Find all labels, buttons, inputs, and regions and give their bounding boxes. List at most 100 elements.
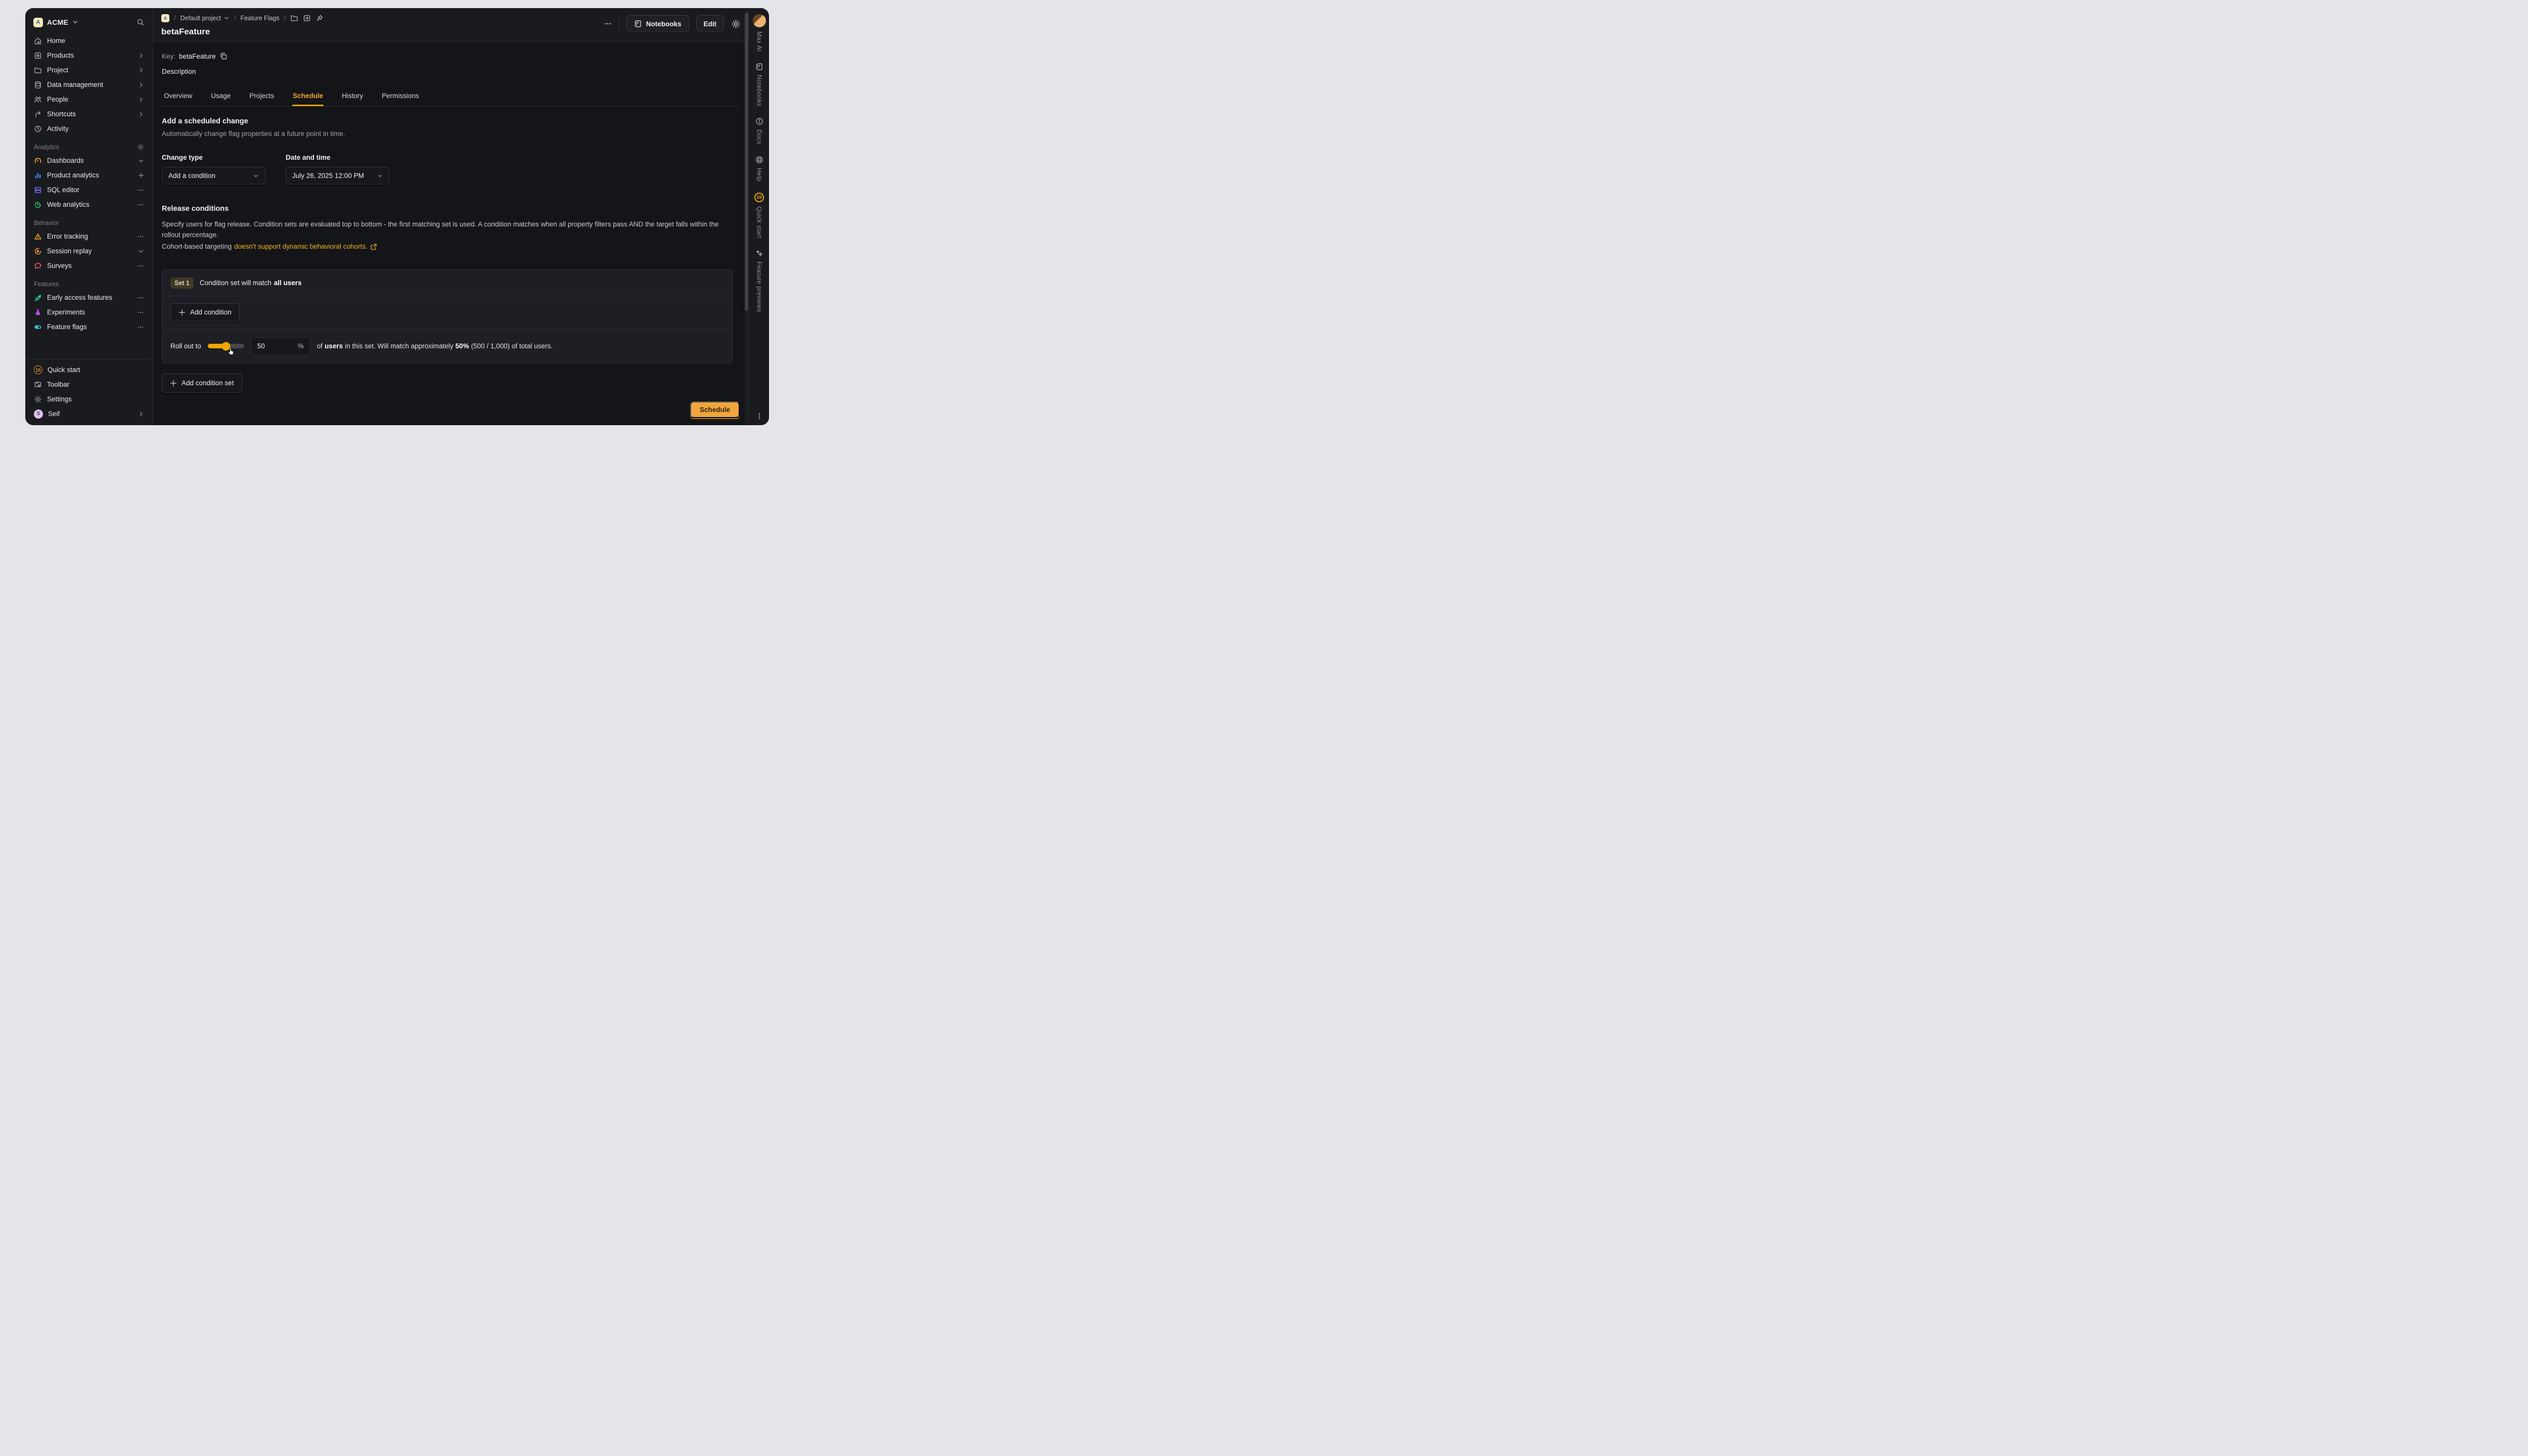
cohort-doc-link[interactable]: doesn't support dynamic behavioral cohor… xyxy=(234,242,368,252)
sidebar-item-home[interactable]: Home xyxy=(30,33,148,48)
rail-item-docs[interactable]: Docs xyxy=(756,129,763,145)
sidebar-item-activity[interactable]: Activity xyxy=(30,121,148,136)
settings-gear-icon[interactable] xyxy=(731,19,741,29)
sidebar-item-product-analytics[interactable]: Product analytics xyxy=(30,168,148,183)
sidebar-item-dashboards[interactable]: Dashboards xyxy=(30,153,148,168)
sidebar-item-seif[interactable]: S Seif xyxy=(30,406,148,421)
cohort-note: Cohort-based targeting doesn't support d… xyxy=(162,242,740,252)
breadcrumb-separator: / xyxy=(284,15,286,22)
sidebar-item-feature-flags[interactable]: Feature flags xyxy=(30,320,148,334)
datetime-field: Date and time July 26, 2025 12:00 PM xyxy=(286,154,389,185)
rail-item-notebooks[interactable]: Notebooks xyxy=(756,75,763,106)
tab-schedule[interactable]: Schedule xyxy=(292,89,324,106)
sidebar-item-label: Quick start xyxy=(48,366,80,374)
sidebar-item-label: Experiments xyxy=(47,308,85,316)
datetime-select[interactable]: July 26, 2025 12:00 PM xyxy=(286,167,389,185)
rollout-slider[interactable] xyxy=(208,344,244,348)
sidebar-item-toolbar[interactable]: Toolbar xyxy=(30,377,148,392)
sidebar-item-experiments[interactable]: Experiments xyxy=(30,305,148,320)
chevron-down-icon xyxy=(138,248,144,254)
notebooks-button[interactable]: Notebooks xyxy=(626,15,689,32)
sidebar-item-settings[interactable]: Settings xyxy=(30,392,148,406)
scrollbar-thumb[interactable] xyxy=(745,13,748,311)
notebook-icon xyxy=(634,20,642,28)
sidebar-item-label: Web analytics xyxy=(47,201,89,208)
sidebar-item-surveys[interactable]: Surveys xyxy=(30,258,148,273)
org-switcher[interactable]: A ACME xyxy=(30,13,148,31)
set-badge: Set 1 xyxy=(170,278,194,289)
datetime-label: Date and time xyxy=(286,154,389,161)
change-type-field: Change type Add a condition xyxy=(162,154,265,185)
breadcrumb-feature-flags[interactable]: Feature Flags xyxy=(241,15,280,22)
sidebar-item-shortcuts[interactable]: Shortcuts xyxy=(30,107,148,121)
sparkles-icon[interactable] xyxy=(755,249,763,257)
more-options-icon[interactable] xyxy=(604,20,612,28)
quick-start-badge: 10 xyxy=(34,366,42,374)
info-icon[interactable] xyxy=(755,117,763,125)
more-vertical-icon[interactable] xyxy=(755,412,763,420)
folder-move-icon[interactable] xyxy=(303,14,311,22)
edit-button[interactable]: Edit xyxy=(696,15,725,32)
rail-item-feature-previews[interactable]: Feature previews xyxy=(756,261,763,312)
rail-item-quick-start[interactable]: Quick start xyxy=(756,206,763,238)
flag-description: Description xyxy=(162,68,740,75)
main-area: A / Default project / Feature Flags / be… xyxy=(153,8,749,425)
folder-icon[interactable] xyxy=(290,14,298,22)
vertical-scrollbar[interactable] xyxy=(745,10,748,424)
section-header-behavior: Behavior xyxy=(30,212,148,229)
clock-icon xyxy=(34,125,42,133)
max-ai-avatar[interactable] xyxy=(753,14,766,27)
sidebar-item-label: SQL editor xyxy=(47,186,79,194)
notebook-icon[interactable] xyxy=(755,63,763,71)
change-type-select[interactable]: Add a condition xyxy=(162,167,265,185)
sidebar-item-error-tracking[interactable]: Error tracking xyxy=(30,229,148,244)
sidebar-item-label: Dashboards xyxy=(47,157,84,164)
quick-start-badge[interactable]: 10 xyxy=(754,193,764,202)
tab-permissions[interactable]: Permissions xyxy=(381,89,420,106)
chevron-down-icon xyxy=(223,15,230,21)
scheduled-change-subheading: Automatically change flag properties at … xyxy=(162,130,740,138)
schedule-button[interactable]: Schedule xyxy=(690,401,740,418)
scheduled-change-heading: Add a scheduled change xyxy=(162,117,740,125)
tab-history[interactable]: History xyxy=(341,89,364,106)
sidebar-item-label: Seif xyxy=(48,410,60,418)
sidebar-item-web-analytics[interactable]: Web analytics xyxy=(30,197,148,212)
user-avatar: S xyxy=(34,410,43,419)
more-horizontal-icon xyxy=(137,187,144,194)
chevron-right-icon xyxy=(138,411,144,417)
sidebar-item-data-management[interactable]: Data management xyxy=(30,77,148,92)
sidebar-item-label: People xyxy=(47,96,68,103)
sidebar-item-session-replay[interactable]: Session replay xyxy=(30,244,148,258)
sidebar-item-label: Activity xyxy=(47,125,69,132)
sidebar-item-people[interactable]: People xyxy=(30,92,148,107)
sidebar-item-quick-start[interactable]: 10 Quick start xyxy=(30,362,148,377)
rollout-row: Roll out to % of users in this set. Will… xyxy=(170,337,724,355)
sidebar-item-project[interactable]: Project xyxy=(30,63,148,77)
add-condition-set-button[interactable]: Add condition set xyxy=(162,374,242,393)
tab-usage[interactable]: Usage xyxy=(210,89,231,106)
tab-bar: Overview Usage Projects Schedule History… xyxy=(162,89,740,106)
pin-icon[interactable] xyxy=(315,14,324,22)
add-condition-button[interactable]: Add condition xyxy=(170,303,240,322)
rail-item-max-ai[interactable]: Max AI xyxy=(756,31,763,52)
external-link-icon[interactable] xyxy=(370,243,377,250)
search-icon[interactable] xyxy=(137,18,145,26)
tab-overview[interactable]: Overview xyxy=(163,89,193,106)
analytics-settings-gear-icon[interactable] xyxy=(137,144,144,151)
help-lifebuoy-icon[interactable] xyxy=(755,156,763,164)
sidebar-item-sql-editor[interactable]: SQL editor xyxy=(30,183,148,197)
copy-icon[interactable] xyxy=(219,52,228,60)
header-actions: Notebooks Edit xyxy=(604,15,741,32)
rail-item-help[interactable]: Help xyxy=(756,168,763,181)
sidebar-item-label: Products xyxy=(47,52,74,59)
tab-projects[interactable]: Projects xyxy=(249,89,275,106)
sidebar-item-early-access-features[interactable]: Early access features xyxy=(30,290,148,305)
rollout-percent-input[interactable] xyxy=(257,342,295,350)
rollout-percent-box: % xyxy=(251,337,310,355)
chevron-right-icon xyxy=(138,97,144,103)
breadcrumb-project[interactable]: Default project xyxy=(180,15,230,22)
plus-icon xyxy=(178,309,186,316)
breadcrumb-org-badge[interactable]: A xyxy=(161,14,169,22)
more-horizontal-icon xyxy=(137,294,144,301)
sidebar-item-products[interactable]: Products xyxy=(30,48,148,63)
